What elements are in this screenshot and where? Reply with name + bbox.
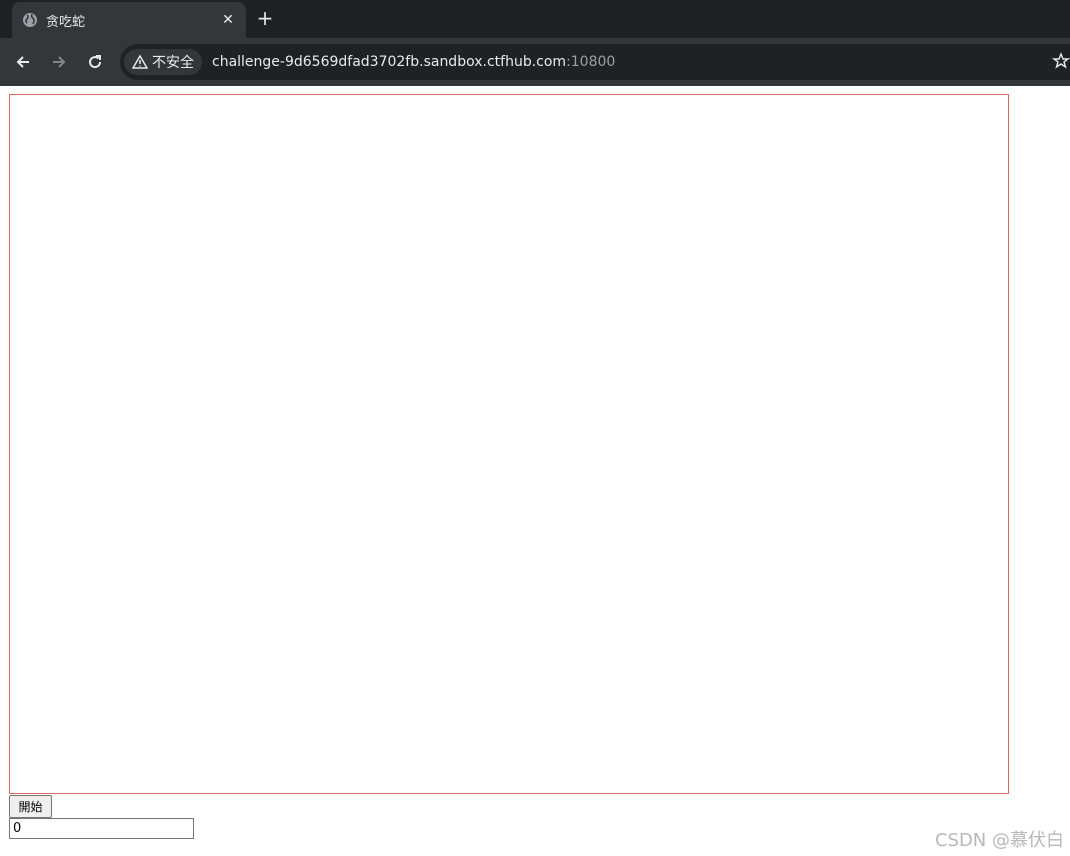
security-chip-label: 不安全 xyxy=(152,55,194,71)
url-port: :10800 xyxy=(566,54,616,70)
start-button[interactable]: 開始 xyxy=(9,795,52,818)
tab-active[interactable]: 贪吃蛇 ✕ xyxy=(12,2,246,38)
back-arrow-icon[interactable] xyxy=(11,50,35,74)
forward-arrow-icon[interactable] xyxy=(47,50,71,74)
score-field[interactable] xyxy=(9,818,194,839)
close-icon[interactable]: ✕ xyxy=(220,12,236,28)
address-bar[interactable]: 不安全 challenge-9d6569dfad3702fb.sandbox.c… xyxy=(120,44,1070,80)
bookmark-star-icon[interactable] xyxy=(1051,52,1070,70)
security-chip[interactable]: 不安全 xyxy=(124,49,202,75)
browser-toolbar: 不安全 challenge-9d6569dfad3702fb.sandbox.c… xyxy=(0,38,1070,86)
reload-icon[interactable] xyxy=(83,50,107,74)
warning-icon xyxy=(132,54,148,70)
watermark: CSDN @慕伏白 xyxy=(934,830,1064,851)
game-canvas[interactable] xyxy=(9,94,1009,794)
new-tab-button[interactable]: + xyxy=(254,8,276,30)
tab-strip: 贪吃蛇 ✕ + xyxy=(0,0,1070,38)
url-text: challenge-9d6569dfad3702fb.sandbox.ctfhu… xyxy=(212,54,615,70)
globe-icon xyxy=(22,12,38,28)
url-host: challenge-9d6569dfad3702fb.sandbox.ctfhu… xyxy=(212,54,567,70)
tab-title: 贪吃蛇 xyxy=(46,14,86,30)
